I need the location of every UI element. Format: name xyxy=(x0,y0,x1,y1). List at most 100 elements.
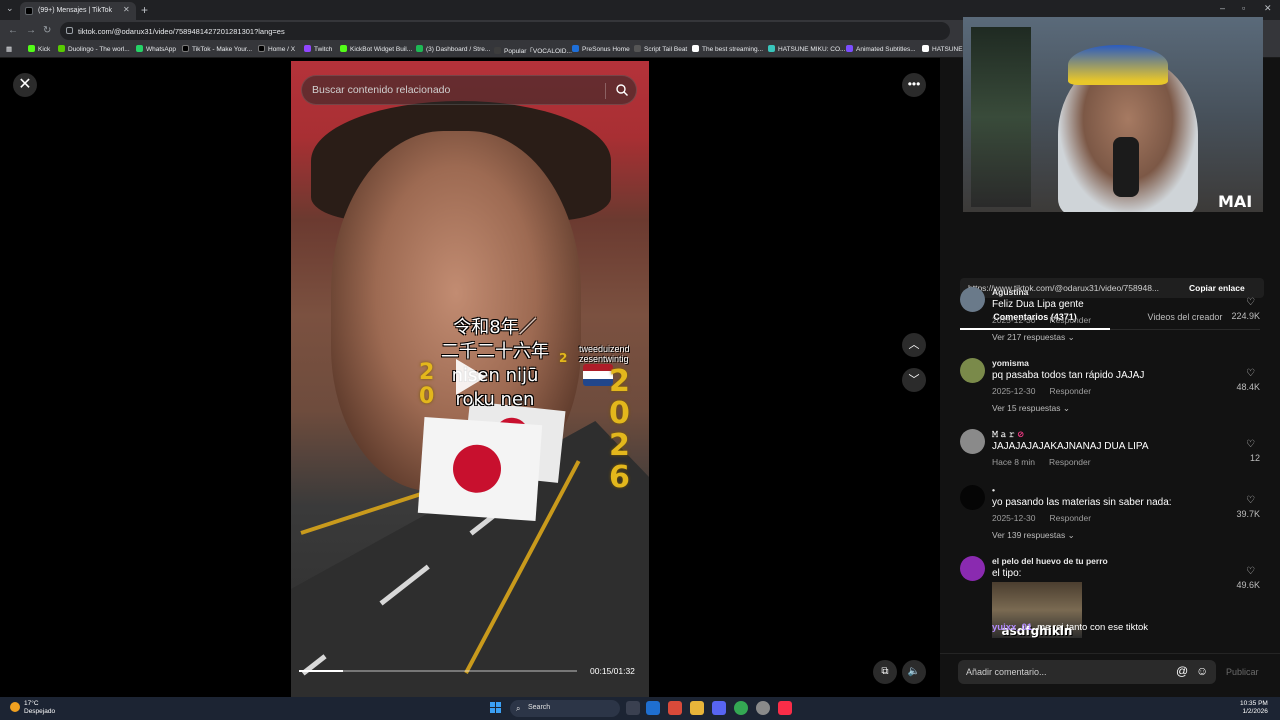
heart-icon[interactable]: ♡ xyxy=(1246,495,1255,506)
obs-icon[interactable] xyxy=(756,701,770,715)
chat-text: me rei tanto con ese tiktok xyxy=(1037,622,1149,633)
search-icon[interactable] xyxy=(616,84,628,96)
chevron-up-icon: ︿ xyxy=(908,339,920,351)
edge-icon[interactable] xyxy=(646,701,660,715)
bookmark-kickbot[interactable]: KickBot Widget Buil... xyxy=(340,45,412,53)
avatar[interactable] xyxy=(960,287,985,312)
windows-taskbar: 17°C Despejado ⌕ Search 10:35 PM 1/2/202… xyxy=(0,697,1280,720)
bookmark-presonus[interactable]: PreSonus Home xyxy=(572,45,630,53)
volume-button[interactable]: 🔈 xyxy=(902,660,926,684)
heart-icon[interactable]: ♡ xyxy=(1246,439,1255,450)
comment-meta: 2025-12-30 Responder xyxy=(992,513,1105,523)
comment-date: 2025-12-30 xyxy=(992,513,1036,523)
comment-user[interactable]: • xyxy=(992,485,995,495)
site-info-icon[interactable] xyxy=(66,27,73,34)
windows-start-icon[interactable] xyxy=(490,702,502,714)
view-replies-button[interactable]: Ver 15 respuestas ⌄ xyxy=(992,403,1070,414)
webcam-background-shelf xyxy=(971,27,1031,207)
url-field[interactable]: tiktok.com/@odarux31/video/7589481427201… xyxy=(60,22,950,40)
previous-video-button[interactable]: ︿ xyxy=(902,333,926,357)
system-clock[interactable]: 10:35 PM 1/2/2026 xyxy=(1240,700,1268,716)
comment-item: Agustina Feliz Dua Lipa gente 2025-12-30… xyxy=(960,287,1270,347)
video-player[interactable]: 20 2026 2 令和8年／ 二千二十六年 nisen nijū roku n… xyxy=(291,61,649,697)
bookmark-duolingo[interactable]: Duolingo - The worl... xyxy=(58,45,130,53)
bookmark-hatsune[interactable]: HATSUNE MIKU: CO... xyxy=(768,45,845,53)
streamer-logo: MAI xyxy=(1218,192,1253,211)
video-progress-bar[interactable] xyxy=(299,670,577,672)
view-replies-button[interactable]: Ver 139 respuestas ⌄ xyxy=(992,530,1075,541)
avatar[interactable] xyxy=(960,556,985,581)
bookmark-kick[interactable]: Kick xyxy=(28,45,50,53)
like-count: 224.9K xyxy=(1231,311,1260,321)
more-options-button[interactable]: ••• xyxy=(902,73,926,97)
next-video-button[interactable]: ﹀ xyxy=(902,368,926,392)
related-search-box[interactable]: Buscar contenido relacionado xyxy=(301,75,637,105)
gold-number-right: 2026 xyxy=(609,364,630,495)
bookmark-tiktok[interactable]: TikTok - Make Your... xyxy=(182,45,252,53)
avatar[interactable] xyxy=(960,358,985,383)
dashboard-icon xyxy=(416,45,423,52)
more-dots-icon: ••• xyxy=(907,77,921,91)
play-icon[interactable] xyxy=(456,359,486,395)
tab-list-chevron-icon[interactable]: ⌄ xyxy=(6,3,14,14)
file-explorer-icon[interactable] xyxy=(690,701,704,715)
avatar[interactable] xyxy=(960,429,985,454)
bookmark-whatsapp[interactable]: WhatsApp xyxy=(136,45,176,53)
maximize-icon[interactable]: ▫ xyxy=(1242,3,1245,13)
app-icon-red[interactable] xyxy=(668,701,682,715)
forward-icon[interactable]: → xyxy=(26,25,36,36)
close-video-button[interactable]: ✕ xyxy=(13,73,37,97)
reply-button[interactable]: Responder xyxy=(1049,513,1091,523)
reply-button[interactable]: Responder xyxy=(1049,315,1091,325)
publish-button[interactable]: Publicar xyxy=(1226,667,1259,677)
heart-icon[interactable]: ♡ xyxy=(1246,368,1255,379)
comment-user[interactable]: Agustina xyxy=(992,287,1028,297)
bookmark-script[interactable]: Script Tail Beat xyxy=(634,45,687,53)
volume-icon: 🔈 xyxy=(907,666,921,677)
bookmark-x[interactable]: Home / X xyxy=(258,45,295,53)
comment-user[interactable]: 𝙼 𝚊 𝚛 ⊘ xyxy=(992,429,1024,440)
dutch-overlay-text: tweeduizend zesentwintig xyxy=(579,344,630,364)
apps-grid-icon[interactable]: ▦ xyxy=(6,45,12,53)
reply-button[interactable]: Responder xyxy=(1049,457,1091,467)
weather-widget[interactable]: 17°C Despejado xyxy=(10,700,55,716)
search-input[interactable]: Buscar contenido relacionado xyxy=(312,84,450,96)
bookmark-dashboard[interactable]: (3) Dashboard / Stre... xyxy=(416,45,490,53)
comment-date: 2025-12-30 xyxy=(992,315,1036,325)
discord-icon[interactable] xyxy=(712,701,726,715)
weather-desc: Despejado xyxy=(24,708,56,715)
tiktok-favicon-icon xyxy=(25,7,33,15)
gold-number-small: 2 xyxy=(559,351,568,365)
taskbar-search[interactable]: ⌕ Search xyxy=(510,700,620,717)
bookmark-streaming[interactable]: The best streaming... xyxy=(692,45,763,53)
task-view-icon[interactable] xyxy=(626,701,640,715)
chrome-icon[interactable] xyxy=(734,701,748,715)
bookmark-vocaloid[interactable]: Popular「VOCALOID... xyxy=(494,45,572,55)
avatar[interactable] xyxy=(960,485,985,510)
twitch-icon xyxy=(304,45,311,52)
weather-temp: 17°C xyxy=(24,700,39,707)
reply-button[interactable]: Responder xyxy=(1049,386,1091,396)
browser-tab-active[interactable]: (99+) Mensajes | TikTok xyxy=(20,2,136,20)
emoji-icon[interactable]: ☺ xyxy=(1196,664,1208,678)
heart-icon[interactable]: ♡ xyxy=(1246,297,1255,308)
comment-user[interactable]: el pelo del huevo de tu perro xyxy=(992,556,1108,566)
heart-icon[interactable]: ♡ xyxy=(1246,566,1255,577)
new-tab-button[interactable]: + xyxy=(141,3,148,17)
music-icon[interactable] xyxy=(778,701,792,715)
tiktok-icon xyxy=(182,45,189,52)
mention-icon[interactable]: @ xyxy=(1176,664,1188,678)
back-icon[interactable]: ← xyxy=(8,25,18,36)
vocaloid-icon xyxy=(494,47,501,54)
bookmark-twitch[interactable]: Twitch xyxy=(304,45,332,53)
window-close-icon[interactable]: ✕ xyxy=(1264,3,1272,14)
minimize-icon[interactable]: – xyxy=(1220,3,1225,13)
reload-icon[interactable]: ↻ xyxy=(43,25,51,36)
comment-item: yomisma pq pasaba todos tan rápido JAJAJ… xyxy=(960,358,1270,418)
tab-close-icon[interactable]: ✕ xyxy=(123,5,130,14)
tab-title: (99+) Mensajes | TikTok xyxy=(38,7,112,14)
picture-in-picture-button[interactable]: ⧉ xyxy=(873,660,897,684)
bookmark-subtitles[interactable]: Animated Subtitles... xyxy=(846,45,916,53)
comment-user[interactable]: yomisma xyxy=(992,358,1029,368)
view-replies-button[interactable]: Ver 217 respuestas ⌄ xyxy=(992,332,1075,343)
